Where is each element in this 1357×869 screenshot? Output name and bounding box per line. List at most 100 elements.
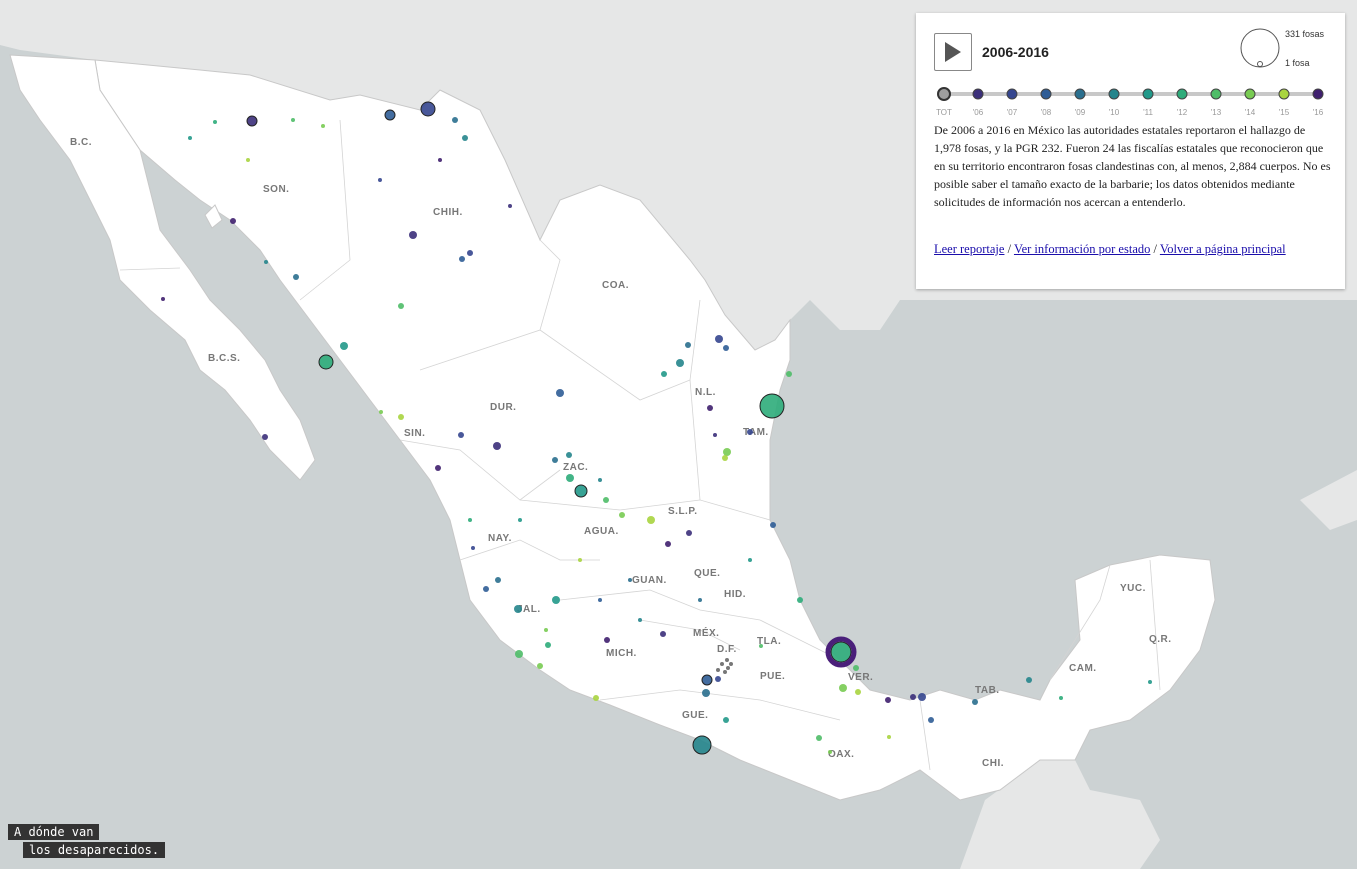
grave-marker[interactable] bbox=[493, 442, 501, 450]
year-timeline[interactable]: TOT '06 '07 '08 '09 '10 '11 '12 '13 '14 '15 '16 bbox=[932, 85, 1332, 119]
timeline-year-09[interactable] bbox=[1074, 88, 1086, 100]
grave-marker[interactable] bbox=[828, 750, 832, 754]
grave-marker[interactable] bbox=[458, 432, 464, 438]
grave-marker[interactable] bbox=[398, 414, 404, 420]
grave-marker[interactable] bbox=[786, 371, 792, 377]
timeline-year-06[interactable] bbox=[972, 88, 984, 100]
grave-marker[interactable] bbox=[647, 516, 655, 524]
grave-marker[interactable] bbox=[972, 699, 978, 705]
grave-marker[interactable] bbox=[692, 735, 712, 755]
grave-marker[interactable] bbox=[707, 405, 713, 411]
grave-marker[interactable] bbox=[1148, 680, 1152, 684]
grave-marker[interactable] bbox=[230, 218, 236, 224]
grave-marker[interactable] bbox=[928, 717, 934, 723]
grave-marker[interactable] bbox=[603, 497, 609, 503]
grave-marker[interactable] bbox=[830, 641, 852, 663]
grave-marker[interactable] bbox=[665, 541, 671, 547]
grave-marker[interactable] bbox=[716, 668, 720, 672]
grave-marker[interactable] bbox=[723, 717, 729, 723]
grave-marker[interactable] bbox=[384, 109, 396, 121]
grave-marker[interactable] bbox=[701, 674, 713, 686]
grave-marker[interactable] bbox=[552, 457, 558, 463]
grave-marker[interactable] bbox=[1059, 696, 1063, 700]
grave-marker[interactable] bbox=[713, 433, 717, 437]
grave-marker[interactable] bbox=[723, 670, 727, 674]
grave-marker[interactable] bbox=[462, 135, 468, 141]
grave-marker[interactable] bbox=[483, 586, 489, 592]
grave-marker[interactable] bbox=[918, 693, 926, 701]
grave-marker[interactable] bbox=[698, 598, 702, 602]
grave-marker[interactable] bbox=[566, 474, 574, 482]
grave-marker[interactable] bbox=[508, 204, 512, 208]
grave-marker[interactable] bbox=[188, 136, 192, 140]
grave-marker[interactable] bbox=[726, 666, 730, 670]
grave-marker[interactable] bbox=[593, 695, 599, 701]
grave-marker[interactable] bbox=[293, 274, 299, 280]
grave-marker[interactable] bbox=[246, 115, 258, 127]
grave-marker[interactable] bbox=[598, 598, 602, 602]
read-report-link[interactable]: Leer reportaje bbox=[934, 242, 1004, 256]
timeline-year-10[interactable] bbox=[1108, 88, 1120, 100]
grave-marker[interactable] bbox=[340, 342, 348, 350]
grave-marker[interactable] bbox=[715, 335, 723, 343]
grave-marker[interactable] bbox=[291, 118, 295, 122]
grave-marker[interactable] bbox=[685, 342, 691, 348]
grave-marker[interactable] bbox=[518, 518, 522, 522]
grave-marker[interactable] bbox=[318, 354, 334, 370]
grave-marker[interactable] bbox=[853, 665, 859, 671]
grave-marker[interactable] bbox=[660, 631, 666, 637]
state-info-link[interactable]: Ver información por estado bbox=[1014, 242, 1150, 256]
timeline-year-07[interactable] bbox=[1006, 88, 1018, 100]
grave-marker[interactable] bbox=[628, 578, 632, 582]
grave-marker[interactable] bbox=[638, 618, 642, 622]
grave-marker[interactable] bbox=[747, 429, 753, 435]
timeline-year-14[interactable] bbox=[1244, 88, 1256, 100]
timeline-year-08[interactable] bbox=[1040, 88, 1052, 100]
grave-marker[interactable] bbox=[438, 158, 442, 162]
grave-marker[interactable] bbox=[676, 359, 684, 367]
grave-marker[interactable] bbox=[467, 250, 473, 256]
grave-marker[interactable] bbox=[722, 455, 728, 461]
grave-marker[interactable] bbox=[604, 637, 610, 643]
grave-marker[interactable] bbox=[452, 117, 458, 123]
grave-marker[interactable] bbox=[514, 605, 522, 613]
grave-marker[interactable] bbox=[552, 596, 560, 604]
grave-marker[interactable] bbox=[816, 735, 822, 741]
grave-marker[interactable] bbox=[321, 124, 325, 128]
grave-marker[interactable] bbox=[378, 178, 382, 182]
grave-marker[interactable] bbox=[574, 484, 588, 498]
grave-marker[interactable] bbox=[702, 689, 710, 697]
grave-marker[interactable] bbox=[759, 393, 785, 419]
timeline-year-15[interactable] bbox=[1278, 88, 1290, 100]
grave-marker[interactable] bbox=[910, 694, 916, 700]
grave-marker[interactable] bbox=[598, 478, 602, 482]
grave-marker[interactable] bbox=[855, 689, 861, 695]
grave-marker[interactable] bbox=[887, 735, 891, 739]
grave-marker[interactable] bbox=[409, 231, 417, 239]
grave-marker[interactable] bbox=[723, 345, 729, 351]
grave-marker[interactable] bbox=[885, 697, 891, 703]
grave-marker[interactable] bbox=[262, 434, 268, 440]
grave-marker[interactable] bbox=[578, 558, 582, 562]
grave-marker[interactable] bbox=[1026, 677, 1032, 683]
grave-marker[interactable] bbox=[725, 658, 729, 662]
grave-marker[interactable] bbox=[213, 120, 217, 124]
grave-marker[interactable] bbox=[537, 663, 543, 669]
timeline-year-16[interactable] bbox=[1312, 88, 1324, 100]
timeline-year-13[interactable] bbox=[1210, 88, 1222, 100]
play-button[interactable] bbox=[934, 33, 972, 71]
grave-marker[interactable] bbox=[770, 522, 776, 528]
timeline-year-11[interactable] bbox=[1142, 88, 1154, 100]
grave-marker[interactable] bbox=[264, 260, 268, 264]
grave-marker[interactable] bbox=[468, 518, 472, 522]
timeline-year-TOT[interactable] bbox=[937, 87, 951, 101]
grave-marker[interactable] bbox=[246, 158, 250, 162]
grave-marker[interactable] bbox=[398, 303, 404, 309]
grave-marker[interactable] bbox=[435, 465, 441, 471]
grave-marker[interactable] bbox=[545, 642, 551, 648]
grave-marker[interactable] bbox=[748, 558, 752, 562]
grave-marker[interactable] bbox=[839, 684, 847, 692]
grave-marker[interactable] bbox=[459, 256, 465, 262]
grave-marker[interactable] bbox=[729, 662, 733, 666]
grave-marker[interactable] bbox=[715, 676, 721, 682]
